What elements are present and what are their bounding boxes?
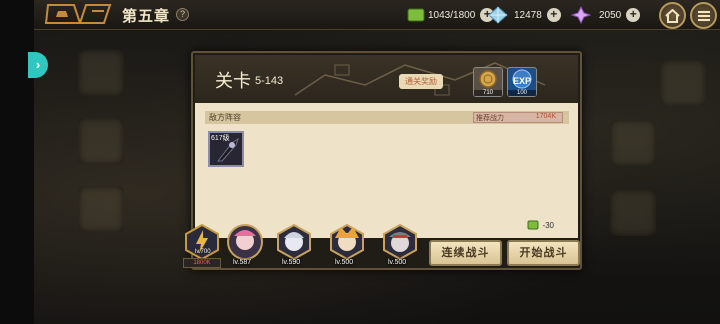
enemy-section-label: 敌方阵容 bbox=[209, 113, 241, 122]
exp-count: 100 bbox=[508, 90, 536, 96]
recommended-power-label: 推荐战力 bbox=[476, 115, 504, 122]
left-black-bar bbox=[0, 0, 34, 324]
diamond-icon bbox=[488, 6, 508, 24]
dialog-header: 关卡 5-143 通关奖励 710 EXP 100 bbox=[195, 55, 578, 103]
enemy-unit[interactable]: 617级 bbox=[208, 131, 244, 167]
game-logo-icon bbox=[44, 4, 112, 24]
stage-number: 5-143 bbox=[255, 75, 284, 87]
stamina-cube-icon bbox=[407, 8, 425, 22]
clear-reward-label: 通关奖励 bbox=[399, 74, 443, 89]
add-diamond-button[interactable]: + bbox=[546, 8, 561, 22]
gold-coin-reward[interactable]: 710 bbox=[473, 67, 503, 97]
hero-4-avatar bbox=[330, 223, 364, 261]
stamina-cost-value: -30 bbox=[542, 220, 554, 230]
exp-label: EXP bbox=[512, 76, 531, 86]
hero-2-portrait[interactable]: lv.587 bbox=[225, 222, 265, 266]
hero-4-portrait[interactable]: lv.500 bbox=[327, 222, 367, 266]
home-button[interactable] bbox=[659, 2, 686, 29]
stamina-cube-icon bbox=[527, 220, 539, 230]
diamond-value: 12478 bbox=[514, 9, 542, 21]
hero-2-avatar bbox=[227, 224, 263, 260]
stamina-resource: 1043/1800 + bbox=[406, 5, 495, 25]
crystal-icon bbox=[571, 6, 591, 24]
start-battle-button[interactable]: 开始战斗 bbox=[507, 240, 580, 266]
recommended-power: 推荐战力 1704K bbox=[473, 112, 563, 123]
chevron-right-icon: › bbox=[35, 57, 41, 72]
recommended-power-value: 1704K bbox=[535, 113, 556, 120]
hero-2-level: lv.587 bbox=[233, 259, 252, 266]
gold-coin-icon bbox=[479, 70, 497, 88]
chapter-title: 第五章 bbox=[122, 8, 171, 25]
hero-3-portrait[interactable]: lv.590 bbox=[274, 222, 314, 266]
enemy-level: 617级 bbox=[211, 135, 230, 142]
help-icon[interactable]: ? bbox=[176, 8, 189, 21]
dialog-title: 关卡 bbox=[215, 71, 251, 91]
diamond-resource: 12478 + bbox=[488, 5, 561, 25]
dialog-body: 敌方阵容 推荐战力 1704K 617级 -30 bbox=[195, 103, 578, 238]
enemy-section-header: 敌方阵容 推荐战力 1704K bbox=[205, 111, 569, 124]
gold-coin-count: 710 bbox=[474, 90, 502, 96]
hero-5-level: lv.500 bbox=[388, 259, 407, 266]
team-power: 1800K bbox=[183, 258, 221, 268]
hero-5-portrait[interactable]: lv.500 bbox=[380, 222, 420, 266]
exp-reward[interactable]: EXP 100 bbox=[507, 67, 537, 97]
hero-3-level: lv.590 bbox=[282, 259, 301, 266]
home-icon bbox=[665, 8, 680, 23]
crystal-value: 2050 bbox=[599, 9, 622, 21]
hero-5-avatar bbox=[383, 223, 417, 261]
menu-icon bbox=[697, 10, 710, 21]
crystal-resource: 2050 + bbox=[571, 5, 641, 25]
stamina-cost: -30 bbox=[527, 220, 554, 230]
add-crystal-button[interactable]: + bbox=[626, 8, 641, 22]
hero-1-level: lv.700 bbox=[195, 249, 211, 255]
menu-button[interactable] bbox=[690, 2, 717, 29]
hero-4-level: lv.500 bbox=[335, 259, 354, 266]
stamina-value: 1043/1800 bbox=[428, 9, 476, 21]
hero-3-avatar bbox=[277, 223, 311, 261]
auto-battle-button[interactable]: 连续战斗 bbox=[429, 240, 502, 266]
